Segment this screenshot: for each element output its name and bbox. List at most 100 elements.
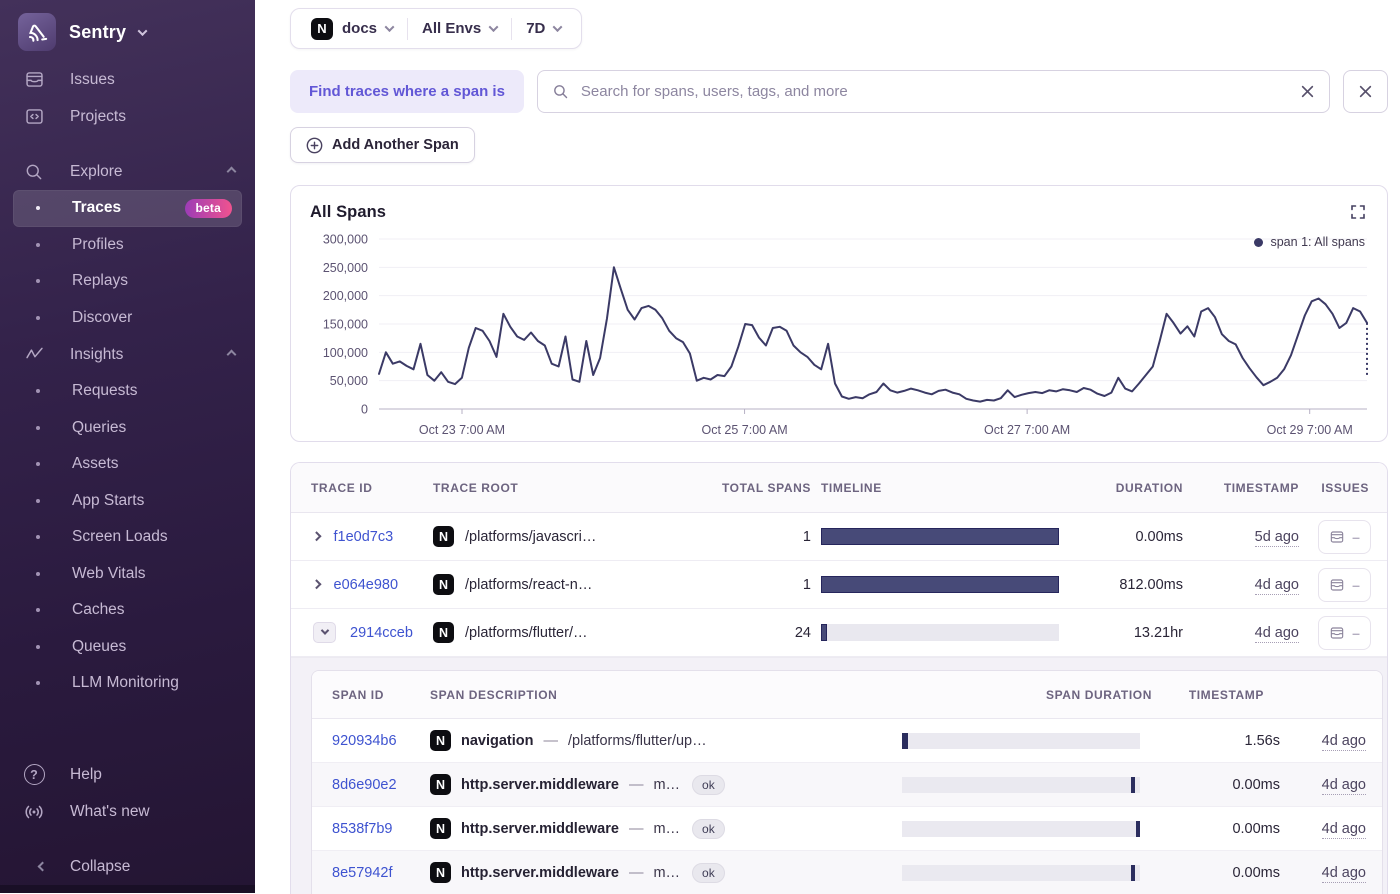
column-header: TRACE ID — [311, 480, 373, 495]
span-row[interactable]: 8e57942f N http.server.middleware — m… o… — [312, 851, 1382, 894]
sidebar-item-queues[interactable]: Queues — [0, 629, 255, 666]
sidebar-bottom-strip — [0, 885, 255, 893]
trace-id-link[interactable]: f1e0d7c3 — [334, 529, 394, 545]
sidebar-item-caches[interactable]: Caches — [0, 592, 255, 629]
collapse-chevron-button[interactable] — [313, 622, 336, 643]
sidebar-item-help[interactable]: ? Help — [0, 756, 255, 793]
chevron-left-icon — [22, 861, 48, 872]
svg-text:0: 0 — [361, 403, 368, 417]
main-content: N docs All Envs 7D Find traces where a s… — [255, 0, 1400, 894]
date-range-filter[interactable]: 7D — [512, 20, 575, 37]
expand-chevron-icon[interactable] — [311, 579, 321, 590]
sidebar-item-app-starts[interactable]: App Starts — [0, 483, 255, 520]
sidebar-item-llm-monitoring[interactable]: LLM Monitoring — [0, 665, 255, 702]
sidebar-item-requests[interactable]: Requests — [0, 373, 255, 410]
svg-text:50,000: 50,000 — [330, 374, 368, 388]
timestamp[interactable]: 4d ago — [1321, 864, 1366, 883]
span-table: SPAN ID SPAN DESCRIPTION SPAN DURATION T… — [311, 670, 1383, 894]
timestamp[interactable]: 4d ago — [1321, 776, 1366, 795]
status-badge: ok — [692, 774, 725, 795]
svg-text:Oct 27 7:00 AM: Oct 27 7:00 AM — [984, 423, 1070, 437]
org-switcher[interactable]: Sentry — [0, 0, 255, 61]
projects-icon — [22, 106, 46, 127]
chevron-up-icon — [226, 349, 237, 360]
svg-text:300,000: 300,000 — [323, 233, 368, 247]
svg-text:200,000: 200,000 — [323, 289, 368, 303]
sidebar-item-label: Screen Loads — [72, 528, 168, 546]
sidebar-item-profiles[interactable]: Profiles — [0, 227, 255, 264]
timestamp[interactable]: 4d ago — [1254, 576, 1299, 595]
timeline-bar — [821, 624, 828, 641]
issues-button[interactable]: – — [1318, 567, 1371, 602]
expanded-trace-spans: SPAN ID SPAN DESCRIPTION SPAN DURATION T… — [291, 657, 1387, 894]
duration: 13.21hr — [1133, 624, 1183, 641]
sidebar-item-projects[interactable]: Projects — [0, 98, 255, 135]
search-input[interactable] — [578, 82, 1290, 101]
environment-filter[interactable]: All Envs — [408, 20, 511, 37]
sidebar-section-explore[interactable]: Explore — [0, 153, 255, 190]
sidebar-nav: Issues Projects Explore Traces beta Prof… — [0, 61, 255, 702]
timestamp[interactable]: 4d ago — [1321, 732, 1366, 751]
span-duration: 0.00ms — [1232, 864, 1280, 881]
sidebar-item-label: Queues — [72, 637, 127, 655]
remove-span-filter-button[interactable] — [1343, 70, 1388, 113]
nextjs-icon: N — [430, 774, 451, 795]
svg-text:Oct 29 7:00 AM: Oct 29 7:00 AM — [1267, 423, 1353, 437]
sidebar-collapse-button[interactable]: Collapse — [0, 848, 255, 885]
sidebar-item-traces[interactable]: Traces beta — [13, 190, 242, 227]
sentry-logo-icon — [18, 13, 56, 51]
table-row[interactable]: e064e980 N /platforms/react-n… 1 812.00m… — [291, 561, 1387, 609]
sidebar-footer: ? Help What's new Collapse — [0, 756, 255, 885]
column-header: TOTAL SPANS — [721, 480, 811, 495]
table-row[interactable]: f1e0d7c3 N /platforms/javascri… 1 0.00ms… — [291, 513, 1387, 561]
sidebar-item-replays[interactable]: Replays — [0, 263, 255, 300]
nextjs-icon: N — [433, 574, 454, 595]
add-another-span-button[interactable]: Add Another Span — [290, 127, 475, 163]
issues-icon — [1330, 626, 1344, 639]
bullet-icon — [36, 315, 40, 320]
span-id-link[interactable]: 8538f7b9 — [332, 821, 392, 837]
sidebar-section-label: Insights — [70, 345, 124, 363]
bullet-icon — [36, 608, 40, 613]
sidebar-item-assets[interactable]: Assets — [0, 446, 255, 483]
search-icon — [554, 85, 568, 99]
clear-search-icon[interactable] — [1300, 84, 1315, 99]
bullet-icon — [36, 242, 40, 247]
trace-root: /platforms/react-n… — [465, 576, 593, 593]
trace-id-link[interactable]: 2914cceb — [350, 625, 413, 641]
fullscreen-icon[interactable] — [1348, 202, 1368, 222]
issues-button[interactable]: – — [1318, 615, 1371, 650]
trace-results-panel: TRACE ID TRACE ROOT TOTAL SPANS TIMELINE… — [290, 462, 1388, 894]
timestamp[interactable]: 4d ago — [1321, 820, 1366, 839]
span-search-box[interactable] — [536, 70, 1330, 113]
chevron-up-icon — [226, 166, 237, 177]
expand-chevron-icon[interactable] — [311, 531, 321, 542]
sidebar-item-queries[interactable]: Queries — [0, 410, 255, 447]
duration: 0.00ms — [1135, 528, 1183, 545]
span-condition-chip[interactable]: Find traces where a span is — [290, 70, 524, 113]
span-id-link[interactable]: 8d6e90e2 — [332, 777, 397, 793]
span-target: m… — [653, 776, 681, 793]
bullet-icon — [36, 462, 40, 467]
project-filter[interactable]: N docs — [297, 17, 407, 40]
span-id-link[interactable]: 920934b6 — [332, 733, 397, 749]
chart-legend[interactable]: span 1: All spans — [1254, 235, 1365, 249]
span-row[interactable]: 8538f7b9 N http.server.middleware — m… o… — [312, 807, 1382, 851]
sidebar-item-whats-new[interactable]: What's new — [0, 793, 255, 830]
timestamp[interactable]: 5d ago — [1254, 528, 1299, 547]
sidebar-item-issues[interactable]: Issues — [0, 61, 255, 98]
chevron-down-icon — [488, 22, 499, 33]
sidebar-item-web-vitals[interactable]: Web Vitals — [0, 556, 255, 593]
issues-button[interactable]: – — [1318, 519, 1371, 554]
span-row[interactable]: 920934b6 N navigation — /platforms/flutt… — [312, 719, 1382, 763]
trace-id-link[interactable]: e064e980 — [334, 577, 399, 593]
sidebar-item-screen-loads[interactable]: Screen Loads — [0, 519, 255, 556]
table-row-expanded[interactable]: 2914cceb N /platforms/flutter/… 24 13.21… — [291, 609, 1387, 657]
span-id-link[interactable]: 8e57942f — [332, 865, 392, 881]
span-op: http.server.middleware — [461, 820, 619, 837]
sidebar-item-label: Replays — [72, 272, 128, 290]
sidebar-section-insights[interactable]: Insights — [0, 336, 255, 373]
timestamp[interactable]: 4d ago — [1254, 624, 1299, 643]
span-row[interactable]: 8d6e90e2 N http.server.middleware — m… o… — [312, 763, 1382, 807]
sidebar-item-discover[interactable]: Discover — [0, 300, 255, 337]
